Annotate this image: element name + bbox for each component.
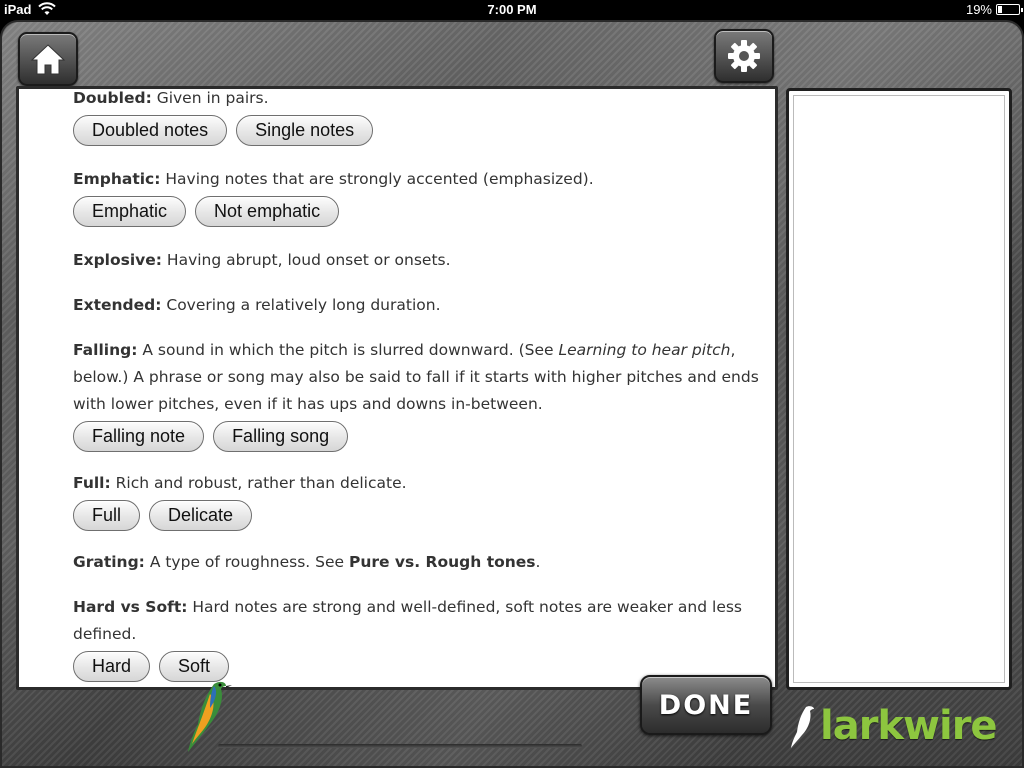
not-emphatic-button[interactable]: Not emphatic	[195, 196, 340, 227]
emphatic-button[interactable]: Emphatic	[73, 196, 187, 227]
side-panel	[786, 88, 1012, 690]
glossary-entry-full: Full: Rich and robust, rather than delic…	[73, 470, 763, 497]
glossary-entry-extended: Extended: Covering a relatively long dur…	[73, 292, 763, 319]
glossary-panel[interactable]: Doubled: Given in pairs. Doubled notes S…	[16, 86, 778, 690]
glossary-entry-falling: Falling: A sound in which the pitch is s…	[73, 337, 763, 418]
home-button[interactable]	[18, 32, 78, 86]
definition-text-cont: .	[535, 553, 541, 571]
term-label: Emphatic:	[73, 170, 161, 188]
hard-button[interactable]: Hard	[73, 651, 151, 682]
glossary-entry-explosive: Explosive: Having abrupt, loud onset or …	[73, 247, 763, 274]
definition-text: A sound in which the pitch is slurred do…	[137, 341, 559, 359]
single-notes-button[interactable]: Single notes	[236, 115, 374, 146]
side-panel-content	[793, 95, 1005, 683]
status-bar: iPad 7:00 PM 19%	[0, 0, 1024, 20]
pure-vs-rough-reference[interactable]: Pure vs. Rough tones	[349, 553, 536, 571]
term-label: Extended:	[73, 296, 162, 314]
term-label: Hard vs Soft:	[73, 598, 188, 616]
term-label: Falling:	[73, 341, 138, 359]
glossary-entry-hard-vs-soft: Hard vs Soft: Hard notes are strong and …	[73, 594, 763, 648]
pitch-reference-link[interactable]: Learning to hear pitch	[558, 341, 730, 359]
term-label: Explosive:	[73, 251, 162, 269]
app-frame: Doubled: Given in pairs. Doubled notes S…	[0, 20, 1024, 768]
clock: 7:00 PM	[487, 2, 537, 17]
glossary-entry-grating: Grating: A type of roughness. See Pure v…	[73, 549, 763, 576]
done-button[interactable]: DONE	[640, 675, 772, 735]
term-label: Full:	[73, 474, 111, 492]
definition-text: A type of roughness. See	[144, 553, 349, 571]
doubled-notes-button[interactable]: Doubled notes	[73, 115, 228, 146]
larkwire-logo: larkwire	[788, 696, 1018, 756]
playback-progress-bar[interactable]	[218, 744, 582, 748]
definition-text: Having abrupt, loud onset or onsets.	[162, 251, 451, 269]
falling-note-button[interactable]: Falling note	[73, 421, 205, 452]
definition-text: Rich and robust, rather than delicate.	[110, 474, 407, 492]
brand-name: larkwire	[820, 703, 998, 749]
gear-icon	[728, 40, 760, 72]
full-button[interactable]: Full	[73, 500, 141, 531]
term-label: Grating:	[73, 553, 145, 571]
battery-icon	[996, 4, 1023, 15]
glossary-entry-doubled: Doubled: Given in pairs.	[73, 89, 763, 112]
glossary-entry-emphatic: Emphatic: Having notes that are strongly…	[73, 166, 763, 193]
bird-silhouette-icon	[791, 706, 814, 748]
falling-song-button[interactable]: Falling song	[213, 421, 349, 452]
term-label: Doubled:	[73, 89, 152, 107]
definition-text: Having notes that are strongly accented …	[160, 170, 594, 188]
definition-text: Covering a relatively long duration.	[161, 296, 441, 314]
delicate-button[interactable]: Delicate	[149, 500, 253, 531]
battery-percent: 19%	[965, 2, 992, 17]
definition-text: Given in pairs.	[151, 89, 269, 107]
settings-button[interactable]	[714, 29, 774, 83]
home-icon	[30, 44, 66, 75]
